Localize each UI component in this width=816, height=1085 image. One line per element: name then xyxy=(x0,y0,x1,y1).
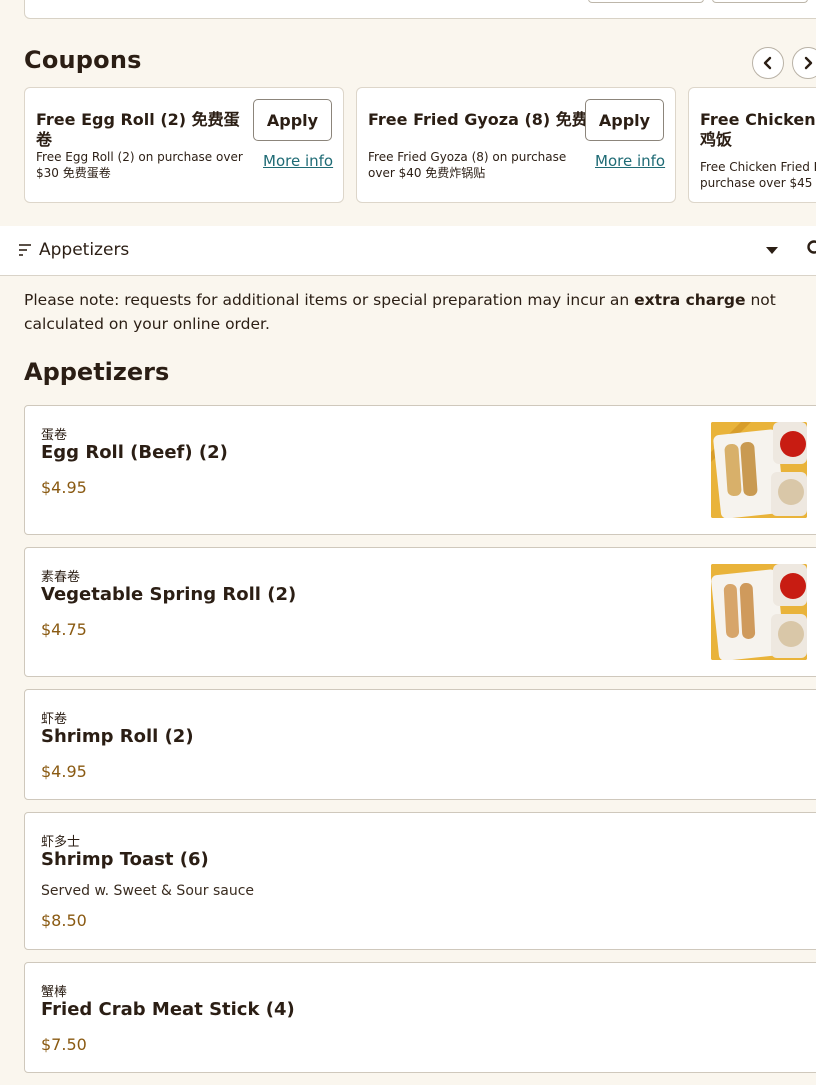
chevron-right-icon xyxy=(804,56,813,70)
coupons-next-button[interactable] xyxy=(792,47,816,79)
item-price: $4.95 xyxy=(41,762,87,781)
item-name: Vegetable Spring Roll (2) xyxy=(41,584,297,605)
coupon-title: Free Chicken Fried Rice 免费 鸡饭 xyxy=(700,110,816,150)
item-photo xyxy=(711,564,807,660)
coupon-description: Free Egg Roll (2) on purchase over $30 免… xyxy=(36,150,243,180)
item-chinese-name: 蛋卷 xyxy=(41,428,68,443)
note-emphasis: extra charge xyxy=(634,291,746,309)
coupon-title: Free Fried Gyoza (8) 免费炸锅贴 xyxy=(368,110,636,129)
sort-icon xyxy=(19,244,31,256)
note-text: Please note: requests for additional ite… xyxy=(24,291,630,309)
coupon-title-line: 鸡饭 xyxy=(700,130,733,149)
order-note: Please note: requests for additional ite… xyxy=(24,288,814,336)
item-name: Egg Roll (Beef) (2) xyxy=(41,442,228,463)
coupons-title: Coupons xyxy=(24,46,142,74)
item-chinese-name: 蟹棒 xyxy=(41,985,68,1000)
search-icon[interactable] xyxy=(806,239,816,257)
previous-card-button-2[interactable] xyxy=(712,0,808,3)
menu-page: Coupons Free Egg Roll (2) 免费蛋卷 Free Egg … xyxy=(0,0,816,1085)
item-description: Served w. Sweet & Sour sauce xyxy=(41,883,255,899)
apply-coupon-button[interactable]: Apply xyxy=(585,99,664,141)
menu-item[interactable]: 蟹棒 Fried Crab Meat Stick (4) $7.50 xyxy=(24,962,816,1073)
menu-item[interactable]: 蛋卷 Egg Roll (Beef) (2) $4.95 xyxy=(24,405,816,535)
coupon-more-info-link[interactable]: More info xyxy=(263,152,333,170)
coupon-card: Free Egg Roll (2) 免费蛋卷 Free Egg Roll (2)… xyxy=(24,87,344,203)
item-photo xyxy=(711,422,807,518)
coupon-card: Free Chicken Fried Rice 免费 鸡饭 Free Chick… xyxy=(688,87,816,203)
coupon-card: Free Fried Gyoza (8) 免费炸锅贴 Free Fried Gy… xyxy=(356,87,676,203)
chevron-left-icon xyxy=(763,56,772,70)
menu-item[interactable]: 素春卷 Vegetable Spring Roll (2) $4.75 xyxy=(24,547,816,677)
item-name: Shrimp Toast (6) xyxy=(41,849,209,870)
coupons-prev-button[interactable] xyxy=(752,47,784,79)
category-bar[interactable]: Appetizers xyxy=(0,226,816,276)
section-title: Appetizers xyxy=(24,358,170,386)
coupon-title-line: Free Chicken Fried Rice 免费 xyxy=(700,110,816,129)
item-chinese-name: 虾多士 xyxy=(41,835,81,850)
item-name: Shrimp Roll (2) xyxy=(41,726,194,747)
coupon-title: Free Egg Roll (2) 免费蛋卷 xyxy=(36,110,240,149)
coupon-description: Free Chicken Fried Rice on purchase over… xyxy=(700,160,816,190)
item-price: $4.95 xyxy=(41,478,87,497)
coupon-more-info-link[interactable]: More info xyxy=(595,152,665,170)
item-price: $8.50 xyxy=(41,911,87,930)
item-name: Fried Crab Meat Stick (4) xyxy=(41,999,295,1020)
item-price: $7.50 xyxy=(41,1035,87,1054)
item-chinese-name: 素春卷 xyxy=(41,570,81,585)
item-price: $4.75 xyxy=(41,620,87,639)
coupon-description: Free Fried Gyoza (8) on purchase over $4… xyxy=(368,150,567,180)
caret-down-icon[interactable] xyxy=(765,245,779,255)
category-select-label[interactable]: Appetizers xyxy=(39,240,129,260)
apply-coupon-button[interactable]: Apply xyxy=(253,99,332,141)
previous-card xyxy=(24,0,816,19)
item-chinese-name: 虾卷 xyxy=(41,712,68,727)
menu-item[interactable]: 虾多士 Shrimp Toast (6) Served w. Sweet & S… xyxy=(24,812,816,950)
previous-card-button[interactable] xyxy=(588,0,704,3)
menu-item[interactable]: 虾卷 Shrimp Roll (2) $4.95 xyxy=(24,689,816,800)
